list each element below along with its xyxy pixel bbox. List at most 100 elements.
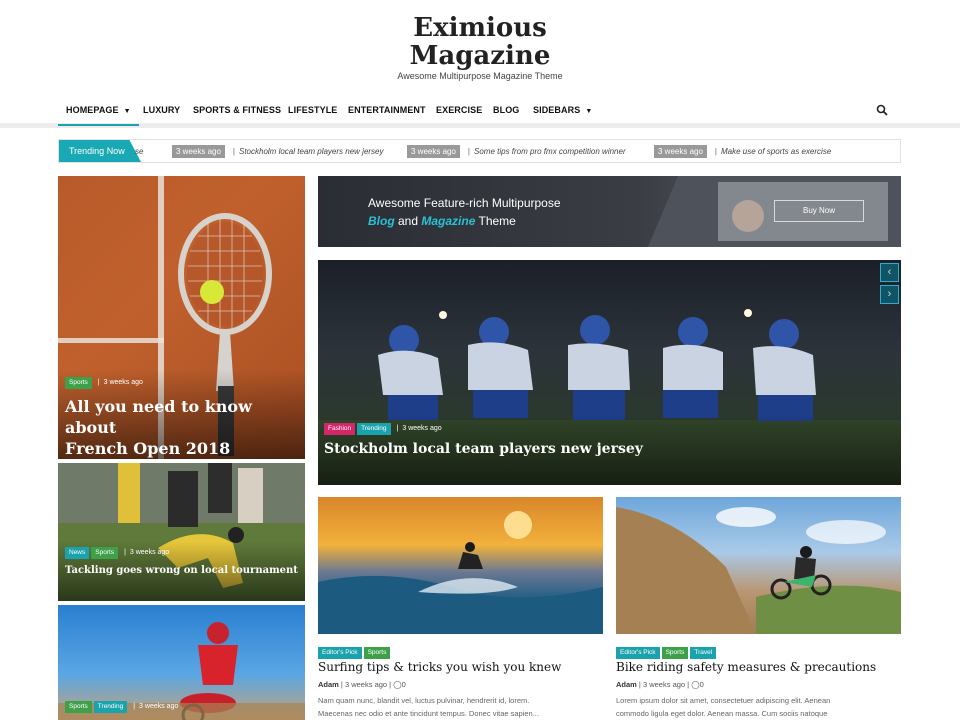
badges-row: Sports Trending | 3 weeks ago <box>65 695 178 713</box>
banner-text-theme: Theme <box>475 214 516 228</box>
badges-row: Editor's Pick Sports Travel <box>616 641 718 659</box>
post-author[interactable]: Adam <box>318 680 339 689</box>
search-icon[interactable] <box>876 104 888 116</box>
category-badge[interactable]: Trending <box>357 423 391 435</box>
site-title-line1[interactable]: Eximious <box>0 14 960 42</box>
nav-item-lifestyle[interactable]: LIFESTYLE <box>288 92 337 126</box>
separator: | <box>232 147 235 156</box>
separator: | <box>396 425 399 432</box>
post-date: 3 weeks ago <box>129 549 170 556</box>
separator: | <box>97 379 100 386</box>
category-badge[interactable]: Sports <box>91 547 119 559</box>
trending-item-title: Make use of sports as exercise <box>721 147 832 156</box>
nav-item-homepage[interactable]: HOMEPAGE ▼ <box>58 92 139 126</box>
comment-icon: ◯ <box>393 680 402 689</box>
featured-slider[interactable]: Fashion Trending | 3 weeks ago Stockholm lo… <box>318 260 901 485</box>
theme-banner-ad[interactable]: Awesome Feature-rich Multipurpose Blog a… <box>318 176 901 247</box>
nav-item-exercise[interactable]: EXERCISE <box>436 92 482 126</box>
main-navigation: HOMEPAGE ▼ LUXURY SPORTS & FITNESS LIFEST… <box>0 92 960 128</box>
post-thumbnail[interactable] <box>616 497 901 634</box>
post-card[interactable]: News Sports | 3 weeks ago Tackling goes wro… <box>58 463 305 601</box>
post-meta: Adam | 3 weeks ago | ◯0 <box>318 680 406 689</box>
post-title[interactable]: All you need to know about French Open 2… <box>65 396 305 459</box>
post-date: 3 weeks ago <box>139 703 179 710</box>
chevron-down-icon: ▼ <box>585 108 593 115</box>
post-date: 3 weeks ago <box>344 680 388 689</box>
trending-item-date: 3 weeks ago <box>407 145 460 158</box>
nav-item-entertainment[interactable]: ENTERTAINMENT <box>348 92 426 126</box>
separator: | <box>467 147 470 156</box>
surfing-image <box>318 511 603 634</box>
category-badge[interactable]: Editor's Pick <box>616 647 660 659</box>
banner-highlight-blog: Blog <box>368 214 395 228</box>
category-badge[interactable]: Sports <box>661 647 689 659</box>
trending-item-date: 3 weeks ago <box>172 145 225 158</box>
nav-item-luxury[interactable]: LUXURY <box>143 92 180 126</box>
post-author[interactable]: Adam <box>616 680 637 689</box>
post-card[interactable]: Sports Trending | 3 weeks ago <box>58 605 305 720</box>
post-overlay: Fashion Trending | 3 weeks ago Stockholm lo… <box>318 415 901 485</box>
featured-post-card[interactable]: Sports | 3 weeks ago All you need to know … <box>58 176 305 459</box>
trending-item-date: 3 weeks ago <box>654 145 707 158</box>
category-badge[interactable]: Sports <box>363 647 391 659</box>
post-overlay: News Sports | 3 weeks ago Tackling goes wro… <box>58 541 305 601</box>
category-badge[interactable]: Trending <box>93 701 128 713</box>
category-badge[interactable]: Travel <box>690 647 717 659</box>
buy-now-button[interactable]: Buy Now <box>774 200 864 222</box>
banner-text-and: and <box>394 214 422 228</box>
nav-item-sidebars[interactable]: SIDEBARS ▼ <box>533 92 592 126</box>
chevron-down-icon: ▼ <box>123 108 131 115</box>
post-title[interactable]: Bike riding safety measures & precaution… <box>616 660 876 674</box>
separator: | <box>124 549 126 556</box>
post-title-line2: French Open 2018 <box>65 439 231 458</box>
excerpt-line2: Maecenas nec odio et ante tincidunt temp… <box>318 709 539 718</box>
category-badge[interactable]: Sports <box>65 377 92 389</box>
separator: | <box>714 147 717 156</box>
badges-row: News Sports | 3 weeks ago <box>65 541 169 559</box>
banner-text: Awesome Feature-rich Multipurpose Blog a… <box>368 194 561 230</box>
trending-partial[interactable]: se <box>135 145 143 158</box>
banner-line2: Blog and Magazine Theme <box>368 212 561 230</box>
trending-item[interactable]: 3 weeks ago | Make use of sports as exerci… <box>654 145 831 158</box>
post-title[interactable]: Tackling goes wrong on local tournament <box>65 565 298 576</box>
excerpt-line2: commodo ligula eget dolor. Aenean massa.… <box>616 709 828 718</box>
chevron-right-icon[interactable]: › <box>880 285 899 304</box>
post-date: 3 weeks ago <box>402 425 442 432</box>
category-badge[interactable]: News <box>65 547 90 559</box>
post-excerpt: Lorem ipsum dolor sit amet, consectetuer… <box>616 694 901 720</box>
post-thumbnail[interactable] <box>318 497 603 634</box>
badges-row: Fashion Trending | 3 weeks ago <box>324 417 442 435</box>
post-title[interactable]: Stockholm local team players new jersey <box>324 441 643 457</box>
trending-item-title: Stockholm local team players new jersey <box>239 147 384 156</box>
trending-label: Trending Now <box>59 140 141 162</box>
trending-item-title: Some tips from pro fmx competition winne… <box>474 147 626 156</box>
post-title[interactable]: Surfing tips & tricks you wish you knew <box>318 660 561 674</box>
comment-icon: ◯ <box>691 680 700 689</box>
post-excerpt: Nam quam nunc, blandit vel, luctus pulvi… <box>318 694 603 720</box>
nav-item-label: HOMEPAGE <box>66 105 119 115</box>
post-date: 3 weeks ago <box>103 379 143 386</box>
banner-line1: Awesome Feature-rich Multipurpose <box>368 196 561 210</box>
nav-item-sports-fitness[interactable]: SPORTS & FITNESS <box>193 92 281 126</box>
badges-row: Sports | 3 weeks ago <box>65 371 143 389</box>
separator: | <box>133 703 136 710</box>
nav-item-blog[interactable]: BLOG <box>493 92 519 126</box>
banner-highlight-magazine: Magazine <box>421 214 476 228</box>
site-tagline: Awesome Multipurpose Magazine Theme <box>397 71 563 81</box>
comment-count[interactable]: 0 <box>700 680 704 689</box>
site-header: Eximious Magazine Awesome Multipurpose M… <box>0 0 960 92</box>
comment-count[interactable]: 0 <box>402 680 406 689</box>
site-title-line2[interactable]: Magazine <box>0 42 960 70</box>
post-date: 3 weeks ago <box>642 680 686 689</box>
chevron-left-icon[interactable]: ‹ <box>880 263 899 282</box>
trending-item[interactable]: 3 weeks ago | Some tips from pro fmx compe… <box>407 145 626 158</box>
motocross-image <box>616 507 901 634</box>
category-badge[interactable]: Editor's Pick <box>318 647 362 659</box>
excerpt-line1: Lorem ipsum dolor sit amet, consectetuer… <box>616 696 831 705</box>
badges-row: Editor's Pick Sports <box>318 641 392 659</box>
trending-item[interactable]: 3 weeks ago | Stockholm local team players… <box>172 145 384 158</box>
category-badge[interactable]: Sports <box>65 701 92 713</box>
category-badge[interactable]: Fashion <box>324 423 356 435</box>
post-title-line1: All you need to know about <box>65 397 252 437</box>
nav-item-label: SIDEBARS <box>533 105 581 115</box>
